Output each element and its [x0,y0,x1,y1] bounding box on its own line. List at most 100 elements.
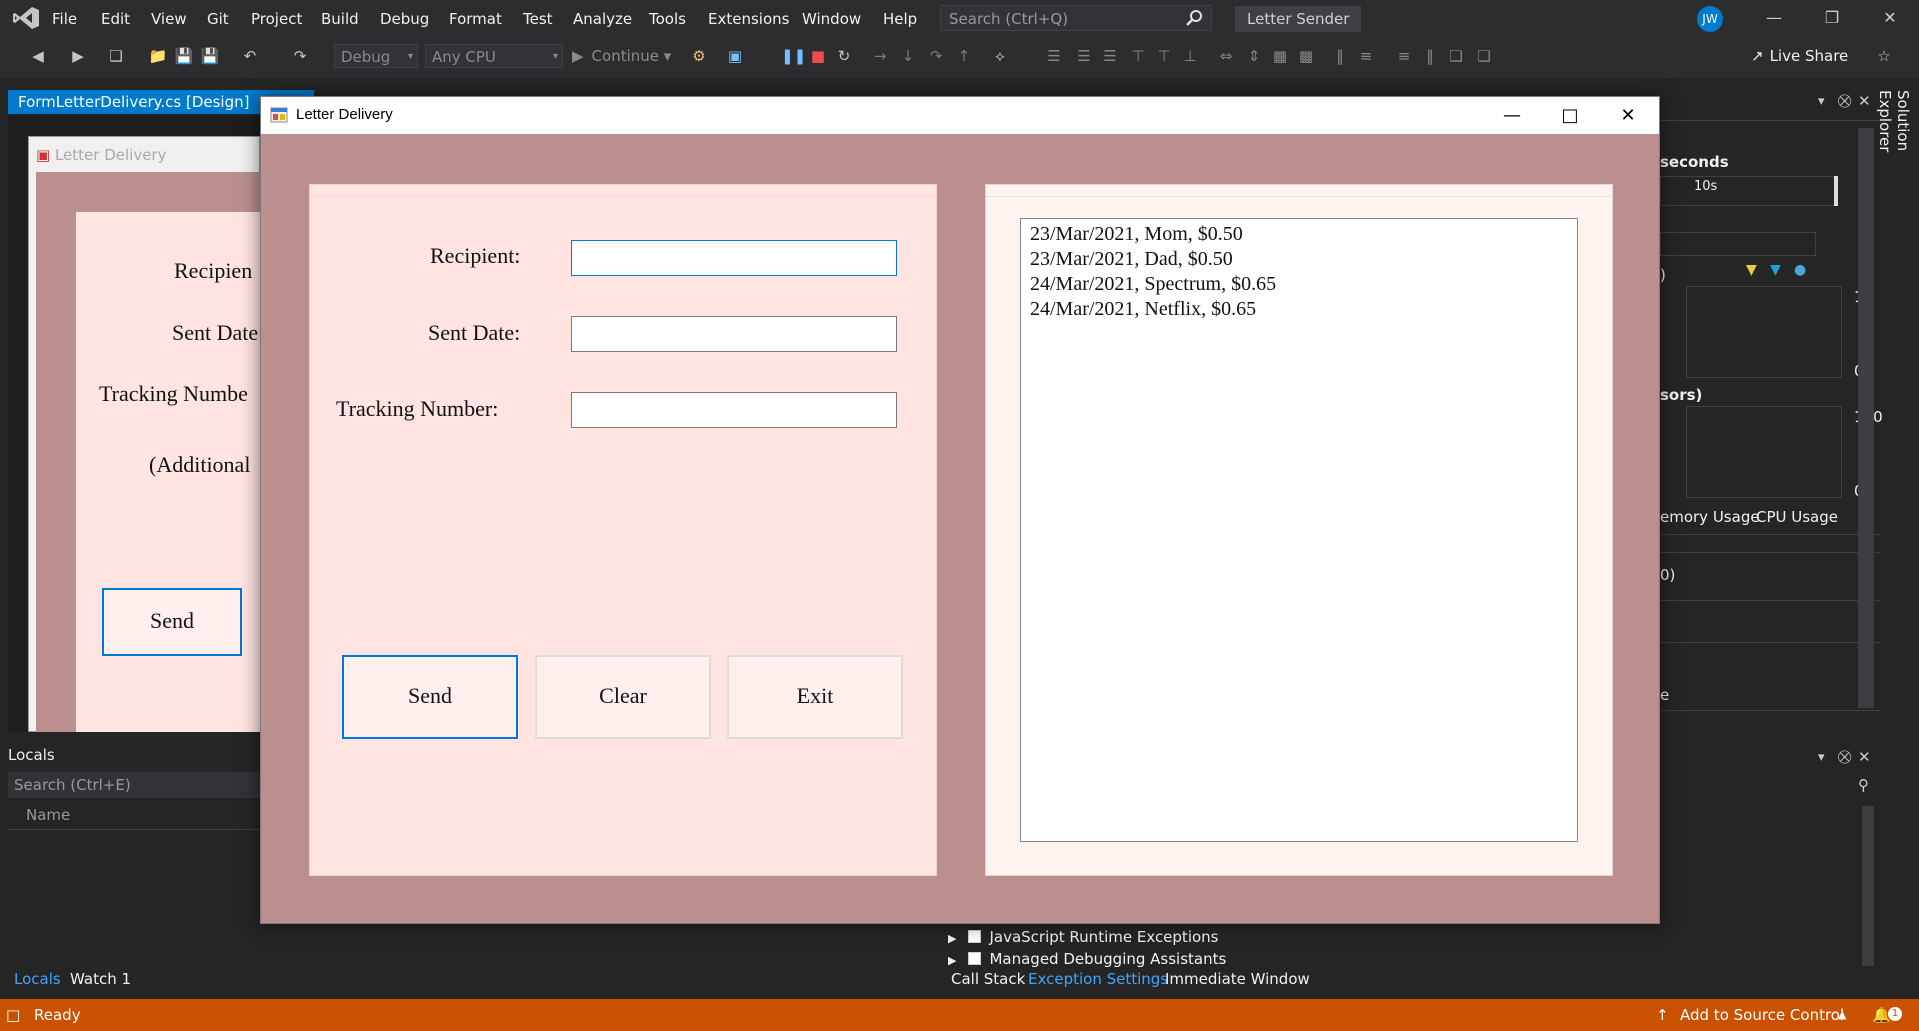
attach-icon[interactable]: ⚙ [689,46,709,66]
tab-call-stack[interactable]: Call Stack [951,966,1025,992]
exit-button[interactable]: Exit [727,655,903,739]
exception-checkbox[interactable] [968,930,982,943]
align-bottoms-icon[interactable]: ⊥ [1180,46,1200,66]
restart-icon[interactable]: ↻ [834,46,854,66]
send-button[interactable]: Send [342,655,518,739]
hot-path-icon[interactable]: ⟡ [990,46,1010,66]
memory-usage-tab[interactable]: emory Usage [1660,508,1760,526]
step-over-icon[interactable]: ↷ [926,46,946,66]
align-tops-icon[interactable]: ⊤ [1128,46,1148,66]
configuration-dropdown[interactable]: Debug ▾ [334,44,418,68]
menu-test[interactable]: Test [513,0,563,36]
make-same-width-icon[interactable]: ⇔ [1216,46,1236,66]
menu-analyze[interactable]: Analyze [563,0,642,36]
maximize-icon[interactable]: □ [1541,97,1599,134]
undo-icon[interactable]: ↶ [240,46,260,66]
tab-exception-settings[interactable]: Exception Settings [1028,966,1168,992]
exception-row-javascript[interactable]: ▶ JavaScript Runtime Exceptions [948,928,1218,946]
chevron-up-icon[interactable]: ▲ [1838,999,1846,1031]
locals-search-input[interactable]: Search (Ctrl+E) [8,772,260,798]
forward-icon[interactable]: ▶ [68,46,88,66]
panel-dropdown-icon[interactable]: ▾ [1818,94,1825,109]
center-horizontally-icon[interactable]: ≡ [1394,46,1414,66]
letters-listbox[interactable]: 23/Mar/2021, Mom, $0.50 23/Mar/2021, Dad… [1020,218,1578,842]
designer-label-sent-date[interactable]: Sent Date [172,320,258,346]
show-next-statement-icon[interactable]: → [870,46,890,66]
sent-date-input[interactable] [571,316,897,352]
menu-debug[interactable]: Debug [370,0,439,36]
lower-search-icon[interactable]: ⚲ [1858,776,1869,794]
list-item[interactable]: 24/Mar/2021, Netflix, $0.65 [1030,297,1568,322]
ide-close-icon[interactable]: ✕ [1867,0,1913,36]
solution-explorer-tab[interactable]: Solution Explorer [1876,90,1912,210]
add-to-source-control[interactable]: Add to Source Control [1680,999,1844,1031]
align-lefts-icon[interactable]: ☰ [1044,46,1064,66]
app-title-bar[interactable] [261,97,1659,134]
tab-locals[interactable]: Locals [14,966,61,992]
designer-send-button[interactable]: Send [102,588,242,656]
lower-panel-pin-icon[interactable]: ⛒ [1838,750,1851,765]
locals-name-column[interactable]: Name [8,800,260,830]
ide-minimize-icon[interactable]: — [1751,0,1797,36]
panel-close-icon[interactable]: ✕ [1858,92,1871,110]
vertical-spacing-icon[interactable]: ≡ [1356,46,1376,66]
hot-reload-icon[interactable]: ▣ [725,46,745,66]
tracking-number-input[interactable] [571,392,897,428]
make-same-size-icon[interactable]: ▩ [1296,46,1316,66]
step-into-icon[interactable]: ↓ [898,46,918,66]
menu-tools[interactable]: Tools [639,0,696,36]
horizontal-spacing-icon[interactable]: ‖ [1330,46,1350,66]
recipient-input[interactable] [571,240,897,276]
designer-label-tracking[interactable]: Tracking Numbe [99,381,248,407]
stop-icon[interactable]: ■ [808,46,828,66]
diag-scrollbar[interactable] [1858,128,1874,708]
ide-search-input[interactable]: Search (Ctrl+Q) [940,5,1212,31]
menu-project[interactable]: Project [241,0,312,36]
live-share-button[interactable]: ↗ Live Share [1751,44,1848,68]
menu-extensions[interactable]: Extensions [698,0,799,36]
list-item[interactable]: 23/Mar/2021, Mom, $0.50 [1030,222,1568,247]
designer-label-additional[interactable]: (Additional [149,452,250,478]
align-rights-icon[interactable]: ☰ [1100,46,1120,66]
menu-help[interactable]: Help [873,0,927,36]
pause-icon[interactable]: ❚❚ [781,46,806,66]
platform-dropdown[interactable]: Any CPU ▾ [425,44,563,68]
feedback-icon[interactable]: ☆ [1874,46,1894,66]
tab-watch-1[interactable]: Watch 1 [70,966,131,992]
send-to-back-icon[interactable]: ❏ [1474,46,1494,66]
save-all-icon[interactable]: 💾 [200,46,220,66]
close-icon[interactable]: ✕ [1599,97,1657,134]
source-control-icon[interactable]: ↑ [1656,999,1669,1031]
exception-checkbox[interactable] [968,952,982,965]
designer-label-recipient[interactable]: Recipien [174,258,252,284]
back-icon[interactable]: ◀ [28,46,48,66]
save-icon[interactable]: 💾 [174,46,194,66]
clear-button[interactable]: Clear [535,655,711,739]
panel-pin-icon[interactable]: ⛒ [1838,94,1851,109]
new-item-icon[interactable]: ❏ [106,46,126,66]
align-centers-icon[interactable]: ☰ [1074,46,1094,66]
menu-file[interactable]: File [42,0,87,36]
menu-git[interactable]: Git [197,0,239,36]
ide-restore-icon[interactable]: ❐ [1809,0,1855,36]
make-same-height-icon[interactable]: ⇕ [1244,46,1264,66]
menu-view[interactable]: View [141,0,197,36]
size-to-grid-icon[interactable]: ▦ [1270,46,1290,66]
minimize-icon[interactable]: — [1483,97,1541,134]
redo-icon[interactable]: ↷ [290,46,310,66]
expand-icon[interactable]: ▶ [948,932,956,945]
list-item[interactable]: 24/Mar/2021, Spectrum, $0.65 [1030,272,1568,297]
lower-panel-dropdown-icon[interactable]: ▾ [1818,750,1825,765]
step-out-icon[interactable]: ↑ [954,46,974,66]
lower-panel-close-icon[interactable]: ✕ [1858,748,1871,766]
open-folder-icon[interactable]: 📁 [148,46,168,66]
menu-format[interactable]: Format [439,0,512,36]
continue-button[interactable]: ▶ Continue ▾ [572,44,671,68]
tab-immediate-window[interactable]: Immediate Window [1165,966,1310,992]
cpu-usage-tab[interactable]: CPU Usage [1756,508,1838,526]
user-avatar[interactable]: JW [1697,6,1723,32]
align-middles-icon[interactable]: ⊤ [1154,46,1174,66]
menu-edit[interactable]: Edit [91,0,140,36]
menu-window[interactable]: Window [792,0,871,36]
center-vertically-icon[interactable]: ‖ [1420,46,1440,66]
